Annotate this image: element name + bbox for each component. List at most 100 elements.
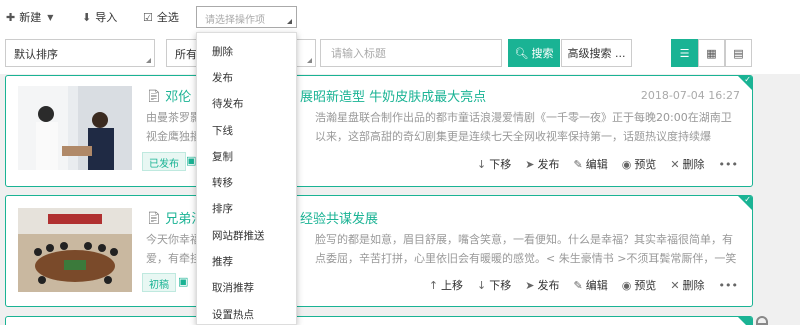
menu-item-site-group-push[interactable]: 网站群推送 [197, 222, 296, 248]
summary-line: 以来，这部高甜的奇幻剧集更是连续七天全网收视率保持第一，话题热议度持续爆 [315, 130, 711, 143]
image-icon: ▣ [178, 275, 189, 288]
select-corner-icon [287, 19, 292, 24]
action-label: 预览 [634, 279, 657, 292]
summary-line: 浩瀚星盘联合制作出品的都市童话浪漫爱情剧《一千零一夜》正于每晚20:00在湖南卫 [315, 111, 732, 124]
edit-button[interactable]: ✎ 编辑 [573, 156, 607, 172]
title-right: 展昭新造型 牛奶皮肤成最大亮点 [300, 90, 487, 105]
edit-button[interactable]: ✎ 编辑 [573, 277, 607, 293]
article-summary-right: 脸写的都是如意，眉目舒展，嘴含笑意，一看便知。什么是幸福？其实幸福很简单，有 点… [315, 230, 745, 268]
search-icon: 🔍︎ [514, 46, 529, 60]
search-button[interactable]: 🔍︎ 搜索 [508, 39, 560, 67]
action-label: 编辑 [585, 158, 608, 171]
edit-icon: ✎ [573, 278, 583, 292]
operation-dropdown-menu: 删除 发布 待发布 下线 复制 转移 排序 网站群推送 推荐 取消推荐 设置热点 [196, 32, 297, 325]
table-icon: ▤ [733, 46, 744, 60]
check-icon: ✓ [744, 75, 751, 84]
more-button[interactable]: ••• [719, 158, 738, 171]
grid-view-button[interactable]: ▦ [698, 39, 725, 67]
close-icon: ✕ [670, 278, 680, 292]
operation-select[interactable]: 请选择操作项 [196, 6, 297, 28]
article-summary-right: 浩瀚星盘联合制作出品的都市童话浪漫爱情剧《一千零一夜》正于每晚20:00在湖南卫… [315, 108, 745, 146]
checkbox-icon: ☑ [143, 10, 153, 24]
article-thumbnail [18, 86, 132, 170]
selected-corner [738, 317, 752, 325]
menu-item-publish[interactable]: 发布 [197, 64, 296, 90]
operation-placeholder: 请选择操作项 [205, 15, 265, 26]
summary-line: 脸写的都是如意，眉目舒展，嘴含笑意，一看便知。什么是幸福？其实幸福很简单，有 [315, 233, 733, 246]
filter-bar: 默认排序 所有 🔍︎ 搜索 高级搜索 ... ☰ ▦ ▤ [0, 34, 800, 74]
image-icon: ▣ [186, 154, 197, 167]
import-label: 导入 [95, 11, 118, 24]
table-view-button[interactable]: ▤ [725, 39, 752, 67]
arrow-down-icon: ↓ [477, 278, 487, 292]
action-label: 删除 [682, 158, 705, 171]
article-actions: ↓ 下移 ➤ 发布 ✎ 编辑 ◉ 预览 ✕ 删除 ••• [477, 156, 738, 172]
grid-icon: ▦ [706, 46, 717, 60]
menu-item-transfer[interactable]: 转移 [197, 169, 296, 195]
action-label: 删除 [682, 279, 705, 292]
more-button[interactable]: ••• [719, 279, 738, 292]
status-value: 所有 [175, 48, 197, 61]
menu-item-copy[interactable]: 复制 [197, 143, 296, 169]
preview-button[interactable]: ◉ 预览 [622, 277, 657, 293]
summary-line: 点委屈，辛苦打拼，心里依旧会有暖暖的感觉。< 朱生豪情书 >不须耳鬓常厮伴，一笑 [315, 252, 737, 265]
action-label: 下移 [489, 158, 512, 171]
move-down-button[interactable]: ↓ 下移 [477, 277, 511, 293]
menu-item-cancel-recommend[interactable]: 取消推荐 [197, 275, 296, 301]
plus-icon: ✚ [6, 10, 16, 24]
list-view-button[interactable]: ☰ [671, 39, 698, 67]
toolbar: ✚ 新建 ▼ ⬇ 导入 ☑ 全选 请选择操作项 [0, 0, 800, 34]
advanced-search-button[interactable]: 高级搜索 ... [561, 39, 632, 67]
import-button[interactable]: ⬇ 导入 [82, 9, 117, 25]
list-icon: ☰ [679, 46, 690, 60]
caret-down-icon: ▼ [47, 12, 54, 22]
keyword-input[interactable] [320, 39, 502, 67]
article-title-rest[interactable]: 展昭新造型 牛奶皮肤成最大亮点 [300, 86, 486, 105]
eye-icon: ◉ [621, 278, 632, 292]
article-card[interactable]: ✓ 📄︎ 邓伦《 展昭新造型 牛奶皮肤成最大亮点 2018-07-04 16:2… [5, 75, 753, 187]
select-corner-icon [146, 58, 151, 63]
document-icon: 📄︎ [146, 210, 162, 225]
edit-icon: ✎ [573, 157, 583, 171]
action-label: 发布 [537, 158, 560, 171]
sort-value: 默认排序 [14, 48, 58, 61]
menu-item-recommend[interactable]: 推荐 [197, 248, 296, 274]
select-all-label: 全选 [156, 11, 179, 24]
menu-item-offline[interactable]: 下线 [197, 117, 296, 143]
action-label: 预览 [634, 158, 657, 171]
menu-item-delete[interactable]: 删除 [197, 38, 296, 64]
status-badge: 初稿 [142, 273, 176, 292]
send-icon: ➤ [525, 278, 535, 292]
move-down-button[interactable]: ↓ 下移 [477, 156, 511, 172]
move-up-button[interactable]: ↑ 上移 [429, 277, 463, 293]
more-icon: ••• [718, 157, 738, 171]
publish-button[interactable]: ➤ 发布 [525, 156, 559, 172]
sort-select[interactable]: 默认排序 [5, 39, 155, 67]
action-label: 下移 [489, 279, 512, 292]
article-thumbnail [18, 208, 132, 292]
menu-item-sort[interactable]: 排序 [197, 196, 296, 222]
select-corner-icon [307, 58, 312, 63]
menu-item-set-hotspot[interactable]: 设置热点 [197, 301, 296, 324]
headset-icon[interactable] [756, 316, 768, 325]
article-card[interactable] [5, 316, 753, 325]
article-title-rest[interactable]: 经验共谋发展 [300, 208, 378, 227]
article-actions: ↑ 上移 ↓ 下移 ➤ 发布 ✎ 编辑 ◉ 预览 ✕ 删除 ••• [429, 277, 738, 293]
status-badge: 已发布 [142, 152, 186, 171]
arrow-down-icon: ⬇ [82, 10, 92, 24]
check-icon: ✓ [744, 195, 751, 204]
search-label: 搜索 [531, 47, 554, 60]
publish-button[interactable]: ➤ 发布 [525, 277, 559, 293]
action-label: 上移 [441, 279, 464, 292]
publish-time: 2018-07-04 16:27 [640, 89, 740, 102]
menu-item-pending-publish[interactable]: 待发布 [197, 91, 296, 117]
article-card[interactable]: ✓ 📄︎ 兄弟法 经验共谋发展 今天你幸福 爱，有牵挂 脸写的都是如意，眉目舒展… [5, 195, 753, 307]
advanced-search-label: 高级搜索 ... [567, 47, 626, 60]
delete-button[interactable]: ✕ 删除 [670, 156, 704, 172]
title-right: 经验共谋发展 [300, 212, 379, 227]
preview-button[interactable]: ◉ 预览 [622, 156, 657, 172]
delete-button[interactable]: ✕ 删除 [670, 277, 704, 293]
select-all-checkbox[interactable]: ☑ 全选 [143, 9, 179, 25]
arrow-up-icon: ↑ [428, 278, 439, 292]
new-button[interactable]: ✚ 新建 ▼ [6, 9, 53, 25]
